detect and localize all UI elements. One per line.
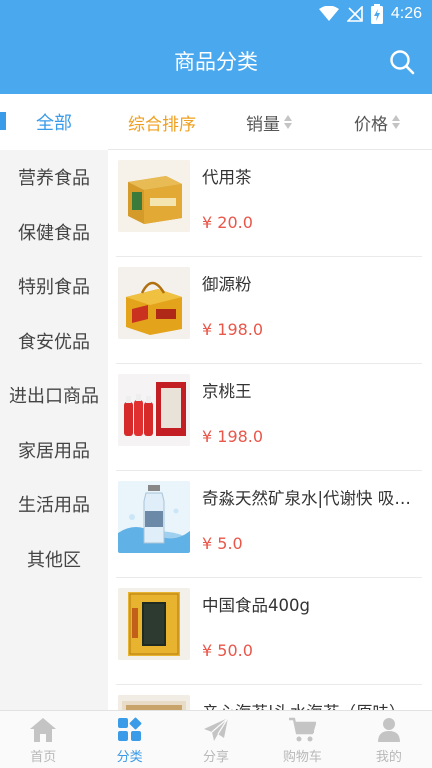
sidebar-item-import-export[interactable]: 进出口商品 — [0, 368, 108, 423]
cart-icon — [289, 717, 317, 742]
product-price: ¥ 5.0 — [202, 534, 243, 553]
sidebar-item-label: 全部 — [36, 113, 72, 134]
product-price: ¥ 50.0 — [202, 641, 253, 660]
sort-comprehensive-label: 综合排序 — [128, 114, 196, 135]
sort-arrows-icon — [392, 115, 400, 129]
tab-home-label: 首页 — [30, 750, 57, 765]
tab-category-label: 分类 — [116, 750, 143, 765]
sidebar-item-special[interactable]: 特别食品 — [0, 259, 108, 314]
product-price: ¥ 198.0 — [202, 427, 264, 446]
category-sidebar: 全部 营养食品 保健食品 特别食品 食安优品 进出口商品 家居用品 生活用品 其… — [0, 94, 108, 710]
sidebar-item-label: 进出口商品 — [9, 386, 99, 408]
product-name: 奇淼天然矿泉水|代谢快 吸收好 补充人体所需矿物质 — [202, 489, 422, 508]
sort-price-label: 价格 — [354, 114, 388, 135]
active-indicator — [0, 112, 6, 130]
product-name: 京桃王 — [202, 382, 252, 401]
status-icons: 4:26 — [318, 4, 422, 24]
tab-category[interactable]: 分类 — [86, 711, 172, 768]
tab-share[interactable]: 分享 — [173, 711, 259, 768]
tab-mine-label: 我的 — [375, 750, 402, 765]
product-list: 代用茶 ¥ 20.0 御源粉 ¥ 198.0 京桃王 ¥ 198.0 奇淼天然矿… — [108, 150, 432, 710]
product-image-food-pack — [118, 588, 190, 660]
sidebar-item-all[interactable]: 全部 — [0, 94, 108, 150]
product-price: ¥ 20.0 — [202, 213, 253, 232]
sidebar-item-label: 生活用品 — [18, 495, 90, 517]
product-name: 代用茶 — [202, 168, 252, 187]
search-icon[interactable] — [388, 48, 416, 76]
sort-bar: 综合排序 销量 价格 — [108, 94, 432, 150]
sort-sales-label: 销量 — [246, 114, 280, 135]
tab-mine[interactable]: 我的 — [346, 711, 432, 768]
share-icon — [204, 717, 229, 741]
sidebar-item-other[interactable]: 其他区 — [0, 532, 108, 587]
sidebar-item-daily[interactable]: 生活用品 — [0, 477, 108, 532]
tab-share-label: 分享 — [203, 750, 230, 765]
product-image-seaweed — [118, 695, 190, 710]
home-icon — [30, 718, 57, 742]
sidebar-item-health[interactable]: 保健食品 — [0, 205, 108, 260]
product-item[interactable]: 代用茶 ¥ 20.0 — [116, 150, 422, 257]
sort-sales[interactable]: 销量 — [246, 94, 292, 150]
product-image-tea-box — [118, 160, 190, 232]
sort-comprehensive[interactable]: 综合排序 — [128, 94, 196, 150]
sidebar-item-home[interactable]: 家居用品 — [0, 423, 108, 478]
sort-arrows-icon — [284, 115, 292, 129]
product-item[interactable]: 亲心海苔|头水海苔（原味） — [116, 685, 422, 710]
product-item[interactable]: 奇淼天然矿泉水|代谢快 吸收好 补充人体所需矿物质 ¥ 5.0 — [116, 471, 422, 578]
status-bar: 4:26 — [0, 0, 432, 30]
sidebar-item-label: 特别食品 — [18, 277, 90, 299]
product-image-gift-box — [118, 267, 190, 339]
sidebar-item-nutrition[interactable]: 营养食品 — [0, 150, 108, 205]
sidebar-item-label: 保健食品 — [18, 222, 90, 244]
sidebar-item-label: 食安优品 — [18, 331, 90, 353]
tab-cart[interactable]: 购物车 — [259, 711, 345, 768]
sidebar-item-label: 家居用品 — [18, 440, 90, 462]
sidebar-item-label: 营养食品 — [18, 168, 90, 190]
product-item[interactable]: 中国食品400g ¥ 50.0 — [116, 578, 422, 685]
battery-charging-icon — [370, 4, 383, 24]
sort-price[interactable]: 价格 — [354, 94, 400, 150]
user-icon — [377, 718, 400, 742]
product-name: 亲心海苔|头水海苔（原味） — [202, 699, 422, 710]
sidebar-item-food-safety[interactable]: 食安优品 — [0, 314, 108, 369]
status-time: 4:26 — [390, 5, 422, 22]
product-image-bottles — [118, 374, 190, 446]
product-item[interactable]: 京桃王 ¥ 198.0 — [116, 364, 422, 471]
page-title: 商品分类 — [174, 50, 258, 74]
tab-cart-label: 购物车 — [282, 750, 322, 765]
product-name: 中国食品400g — [202, 596, 310, 615]
wifi-icon — [318, 6, 339, 21]
category-icon — [117, 717, 142, 741]
product-item[interactable]: 御源粉 ¥ 198.0 — [116, 257, 422, 364]
tab-home[interactable]: 首页 — [0, 711, 86, 768]
no-signal-icon — [346, 6, 363, 22]
product-price: ¥ 198.0 — [202, 320, 264, 339]
bottom-tab-bar: 首页 分类 分享 购物车 我的 — [0, 710, 432, 768]
sidebar-item-label: 其他区 — [27, 549, 81, 571]
product-name: 御源粉 — [202, 275, 252, 294]
title-bar: 商品分类 — [0, 30, 432, 94]
product-image-water-bottle — [118, 481, 190, 553]
